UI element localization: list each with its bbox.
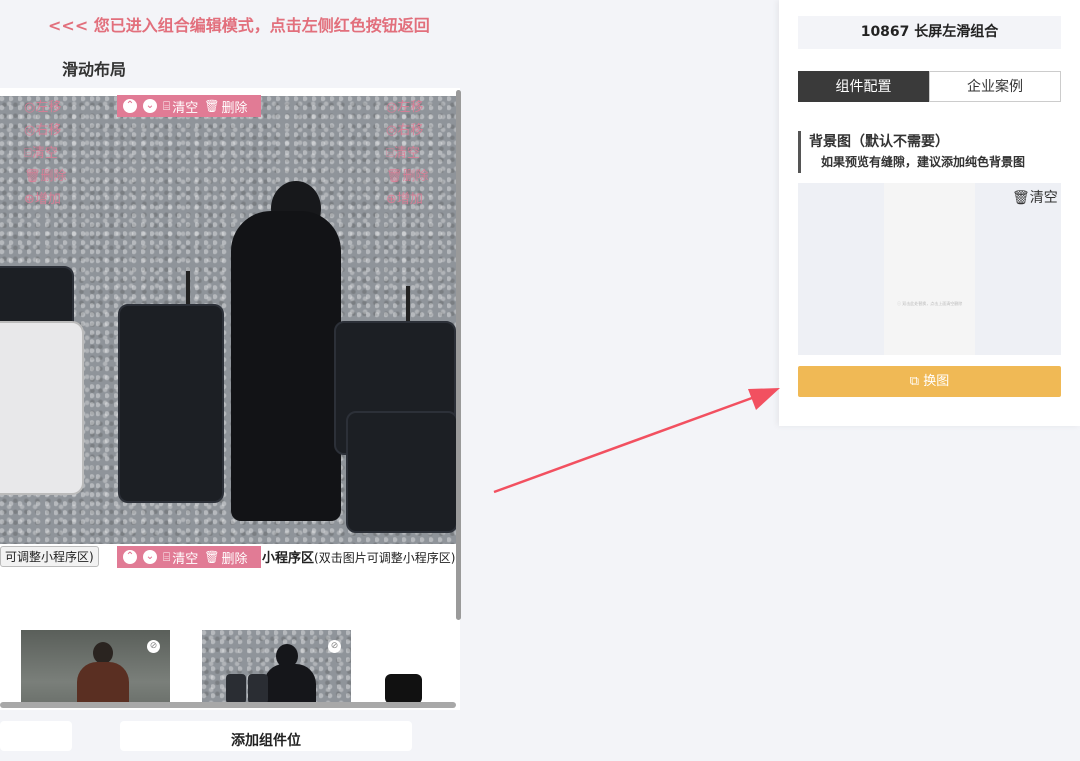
arrow-head: [748, 388, 780, 410]
arrow-line: [493, 396, 753, 494]
annotation-arrow: [493, 388, 780, 494]
